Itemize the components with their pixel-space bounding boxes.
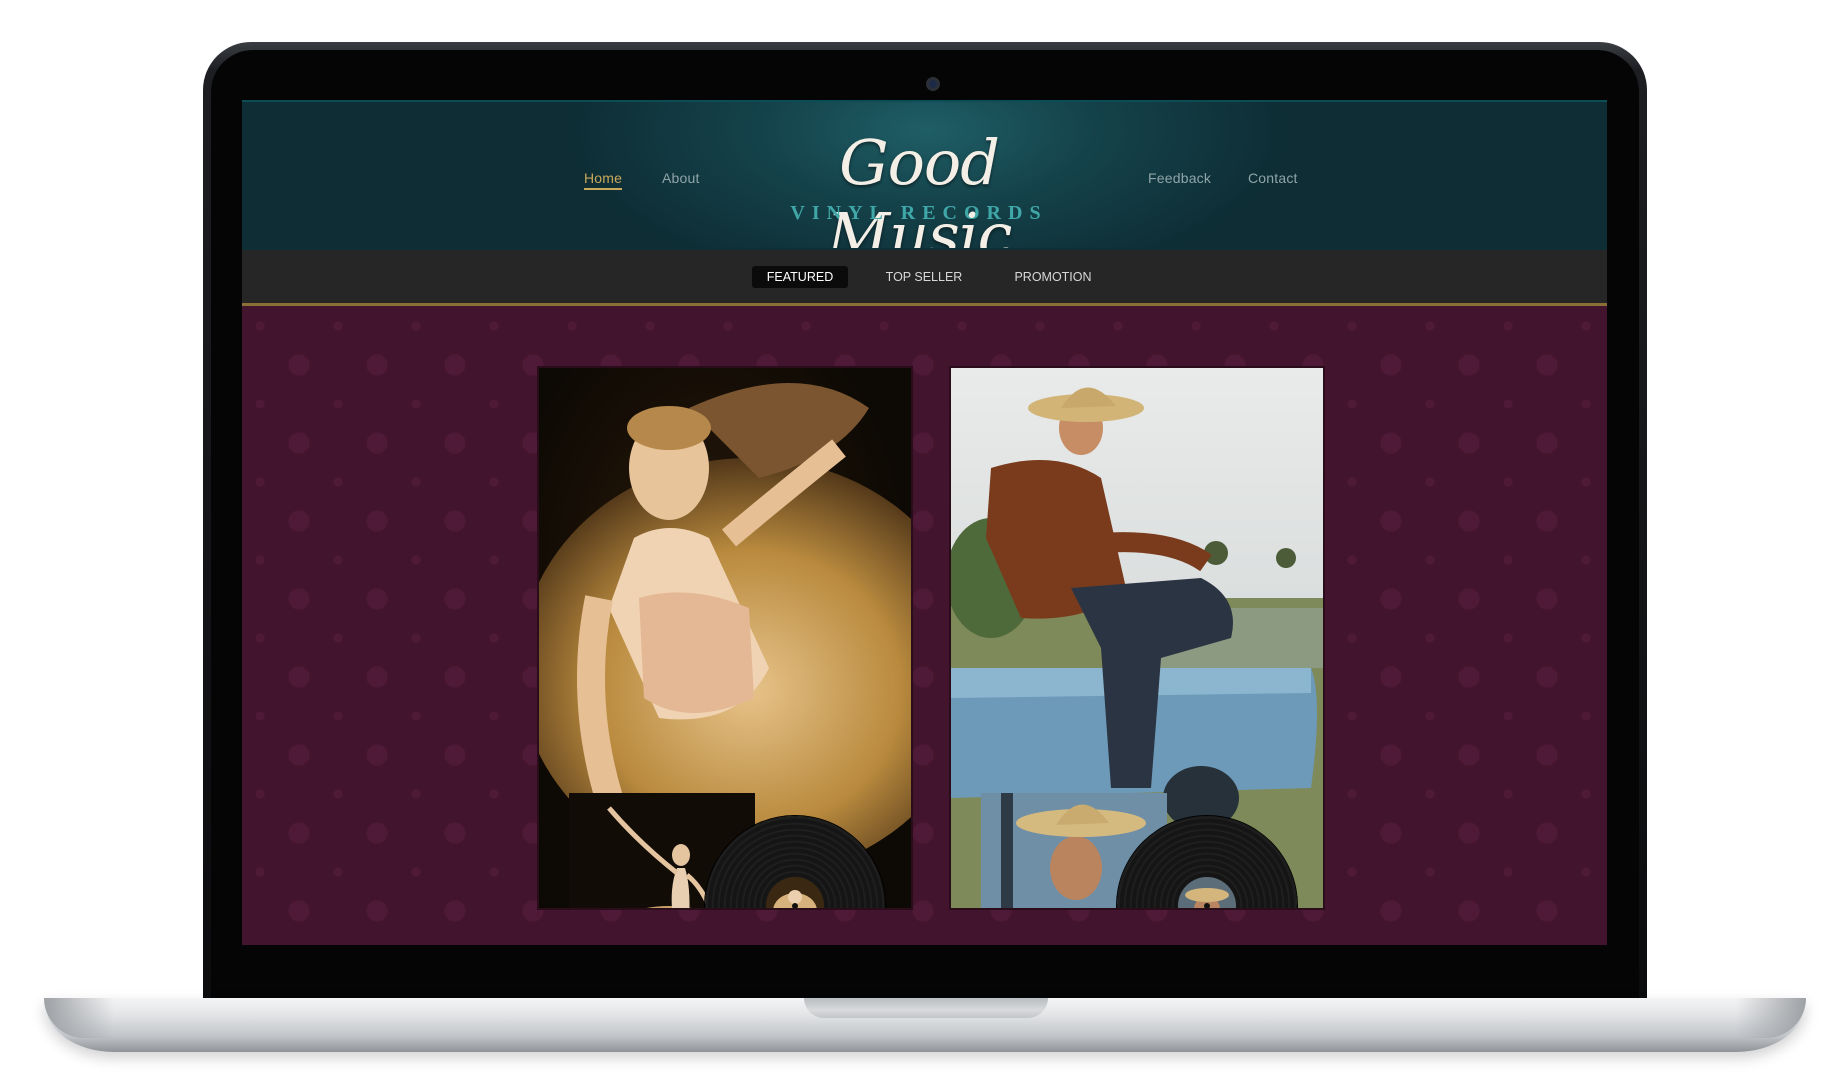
tab-promotion[interactable]: PROMOTION — [1005, 266, 1101, 288]
nav-about[interactable]: About — [662, 170, 700, 186]
nav-contact[interactable]: Contact — [1248, 170, 1298, 186]
camera-icon — [926, 77, 940, 91]
featured-content-area — [242, 306, 1607, 945]
site-header: Home About Good Music VINYL RECORDS Feed… — [242, 100, 1607, 272]
laptop-notch — [804, 998, 1048, 1018]
album-card-ballerina[interactable] — [539, 368, 911, 908]
nav-home[interactable]: Home — [584, 170, 623, 190]
tab-top-seller[interactable]: TOP SELLER — [876, 266, 972, 288]
browser-screen: Home About Good Music VINYL RECORDS Feed… — [242, 100, 1607, 945]
nav-feedback[interactable]: Feedback — [1148, 170, 1211, 186]
tab-featured[interactable]: FEATURED — [752, 266, 848, 288]
logo-subtitle: VINYL RECORDS — [790, 202, 1048, 224]
album-card-cowboy[interactable] — [951, 368, 1323, 908]
